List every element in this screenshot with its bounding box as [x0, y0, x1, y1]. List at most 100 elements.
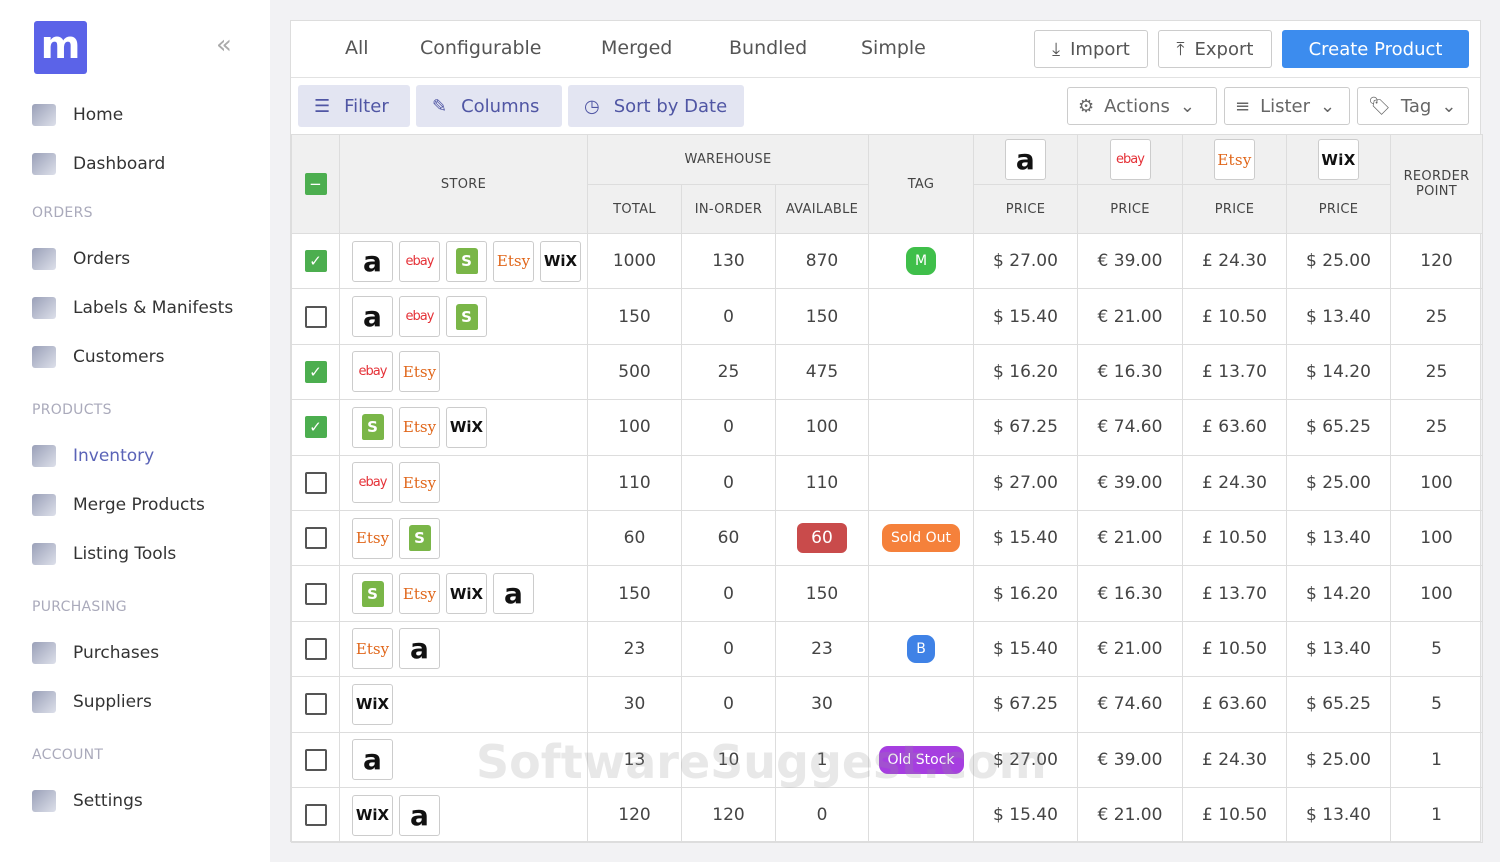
row-checkbox[interactable]: [304, 305, 327, 328]
row-checkbox[interactable]: ✓: [304, 360, 327, 383]
tab-configurable[interactable]: Configurable: [420, 37, 542, 59]
wix-price-cell[interactable]: $ 13.40: [1286, 786, 1391, 844]
row-checkbox[interactable]: [304, 804, 327, 827]
etsy-price-cell[interactable]: £ 24.30: [1182, 731, 1287, 788]
tag-badge[interactable]: Old Stock: [878, 745, 964, 774]
ebay-price-cell[interactable]: € 39.00: [1077, 731, 1183, 788]
ebay-price-cell[interactable]: € 21.00: [1077, 620, 1183, 678]
wix-price-cell[interactable]: $ 65.25: [1286, 676, 1391, 733]
etsy-price-cell[interactable]: £ 10.50: [1182, 786, 1287, 844]
export-button[interactable]: ⤒ Export: [1158, 30, 1272, 68]
store-logos: S Etsy WiX a: [340, 573, 587, 615]
wix-price-cell[interactable]: $ 65.25: [1286, 399, 1391, 456]
table-row[interactable]: WiX a 120 120 0 $ 15.40 € 21.00 £ 10.50 $ 13.40 1: [291, 786, 1483, 844]
collapse-sidebar-icon[interactable]: «: [216, 30, 232, 60]
tag-badge[interactable]: B: [907, 634, 935, 663]
row-checkbox[interactable]: ✓: [304, 250, 327, 273]
tab-all[interactable]: All: [345, 37, 369, 59]
etsy-price-cell[interactable]: £ 10.50: [1182, 288, 1287, 345]
sidebar-item-home[interactable]: Home: [32, 104, 123, 126]
row-checkbox[interactable]: ✓: [304, 416, 327, 439]
etsy-price-cell[interactable]: £ 10.50: [1182, 509, 1287, 567]
tab-simple[interactable]: Simple: [861, 37, 926, 59]
row-checkbox[interactable]: [304, 527, 327, 550]
wix-price-cell[interactable]: $ 14.20: [1286, 565, 1391, 622]
ebay-price-cell[interactable]: € 16.30: [1077, 565, 1183, 622]
etsy-price-cell[interactable]: £ 13.70: [1182, 565, 1287, 622]
table-row[interactable]: ✓ a ebay S Etsy WiX 1000 130 870 M $ 27.00 € 39.00 £…: [291, 232, 1483, 290]
sidebar-item-dashboard[interactable]: Dashboard: [32, 153, 165, 175]
filter-button[interactable]: ☰ Filter: [298, 85, 410, 127]
lister-dropdown[interactable]: ≡ Lister ⌄: [1224, 87, 1350, 125]
etsy-price-cell[interactable]: £ 63.60: [1182, 399, 1287, 456]
row-checkbox[interactable]: [304, 471, 327, 494]
sidebar-item-purchases[interactable]: Purchases: [32, 642, 159, 664]
import-button[interactable]: ⤓ Import: [1034, 30, 1148, 68]
table-row[interactable]: ebay Etsy 110 0 110 $ 27.00 € 39.00 £ 24.30 $ 25…: [291, 454, 1483, 511]
amazon-price-cell[interactable]: $ 27.00: [973, 454, 1078, 511]
etsy-price-cell[interactable]: £ 63.60: [1182, 676, 1287, 733]
amazon-price-cell[interactable]: $ 67.25: [973, 676, 1078, 733]
tag-badge[interactable]: Sold Out: [881, 524, 961, 553]
ebay-price-cell[interactable]: € 39.00: [1077, 454, 1183, 511]
table-row[interactable]: ✓ S Etsy WiX 100 0 100 $ 67.25 € 74.60 £ 63.60 $ 6…: [291, 399, 1483, 456]
tag-dropdown[interactable]: 🏷 Tag ⌄: [1357, 87, 1469, 125]
ebay-price-cell[interactable]: € 21.00: [1077, 786, 1183, 844]
amazon-price-cell[interactable]: $ 15.40: [973, 509, 1078, 567]
sidebar-item-suppliers[interactable]: Suppliers: [32, 691, 152, 713]
row-checkbox[interactable]: [304, 693, 327, 716]
sidebar-item-merge-products[interactable]: Merge Products: [32, 494, 205, 516]
sidebar-item-inventory[interactable]: Inventory: [32, 445, 154, 467]
tab-bundled[interactable]: Bundled: [729, 37, 807, 59]
etsy-price-cell[interactable]: £ 24.30: [1182, 454, 1287, 511]
columns-button[interactable]: ✎ Columns: [416, 85, 562, 127]
table-row[interactable]: a ebay S 150 0 150 $ 15.40 € 21.00 £ 10.50 $ 13.4…: [291, 288, 1483, 345]
sort-by-date-button[interactable]: ◷ Sort by Date: [568, 85, 744, 127]
ebay-price-cell[interactable]: € 74.60: [1077, 676, 1183, 733]
sidebar-item-listing-tools[interactable]: Listing Tools: [32, 543, 176, 565]
amazon-price-cell[interactable]: $ 15.40: [973, 288, 1078, 345]
wix-price-cell[interactable]: $ 14.20: [1286, 343, 1391, 401]
row-checkbox[interactable]: [304, 748, 327, 771]
app-logo[interactable]: m: [34, 21, 87, 74]
etsy-price-cell[interactable]: £ 10.50: [1182, 620, 1287, 678]
select-all-checkbox[interactable]: −: [304, 173, 327, 195]
table-row[interactable]: S Etsy WiX a 150 0 150 $ 16.20 € 16.30 £ 13.70 $ 1…: [291, 565, 1483, 622]
amazon-logo: a: [352, 240, 393, 282]
ebay-price-cell[interactable]: € 39.00: [1077, 232, 1183, 290]
wix-price-cell[interactable]: $ 25.00: [1286, 731, 1391, 788]
row-checkbox[interactable]: [304, 582, 327, 605]
row-checkbox[interactable]: [304, 637, 327, 660]
wix-price-cell[interactable]: $ 25.00: [1286, 454, 1391, 511]
amazon-price-cell[interactable]: $ 15.40: [973, 620, 1078, 678]
ebay-price-cell[interactable]: € 16.30: [1077, 343, 1183, 401]
sidebar-item-settings[interactable]: Settings: [32, 790, 143, 812]
sidebar-item-orders[interactable]: Orders: [32, 248, 130, 270]
sidebar-item-customers[interactable]: Customers: [32, 346, 164, 368]
actions-dropdown[interactable]: ⚙ Actions ⌄: [1067, 87, 1217, 125]
etsy-price-cell[interactable]: £ 13.70: [1182, 343, 1287, 401]
etsy-price-cell[interactable]: £ 24.30: [1182, 232, 1287, 290]
sidebar-item-labels-manifests[interactable]: Labels & Manifests: [32, 297, 233, 319]
table-row[interactable]: Etsy S 60 60 60 Sold Out $ 15.40 € 21.00 £ 10.50…: [291, 509, 1483, 567]
amazon-price-cell[interactable]: $ 67.25: [973, 399, 1078, 456]
tab-merged[interactable]: Merged: [601, 37, 672, 59]
table-row[interactable]: a 13 10 1 Old Stock $ 27.00 € 39.00 £ 24.30 $ 25…: [291, 731, 1483, 788]
amazon-price-cell[interactable]: $ 16.20: [973, 565, 1078, 622]
wix-price-cell[interactable]: $ 13.40: [1286, 620, 1391, 678]
wix-price-cell[interactable]: $ 13.40: [1286, 509, 1391, 567]
wix-price-cell[interactable]: $ 13.40: [1286, 288, 1391, 345]
ebay-price-cell[interactable]: € 21.00: [1077, 509, 1183, 567]
amazon-price-cell[interactable]: $ 16.20: [973, 343, 1078, 401]
wix-price-cell[interactable]: $ 25.00: [1286, 232, 1391, 290]
amazon-price-cell[interactable]: $ 27.00: [973, 731, 1078, 788]
amazon-price-cell[interactable]: $ 15.40: [973, 786, 1078, 844]
ebay-price-cell[interactable]: € 74.60: [1077, 399, 1183, 456]
table-row[interactable]: WiX 30 0 30 $ 67.25 € 74.60 £ 63.60 $ 65.25 5: [291, 676, 1483, 733]
create-product-button[interactable]: Create Product: [1282, 30, 1469, 68]
amazon-price-cell[interactable]: $ 27.00: [973, 232, 1078, 290]
tag-badge[interactable]: M: [905, 247, 937, 276]
ebay-price-cell[interactable]: € 21.00: [1077, 288, 1183, 345]
table-row[interactable]: Etsy a 23 0 23 B $ 15.40 € 21.00 £ 10.50 $ 13.40 5: [291, 620, 1483, 678]
table-row[interactable]: ✓ ebay Etsy 500 25 475 $ 16.20 € 16.30 £ 13.70 $ …: [291, 343, 1483, 401]
